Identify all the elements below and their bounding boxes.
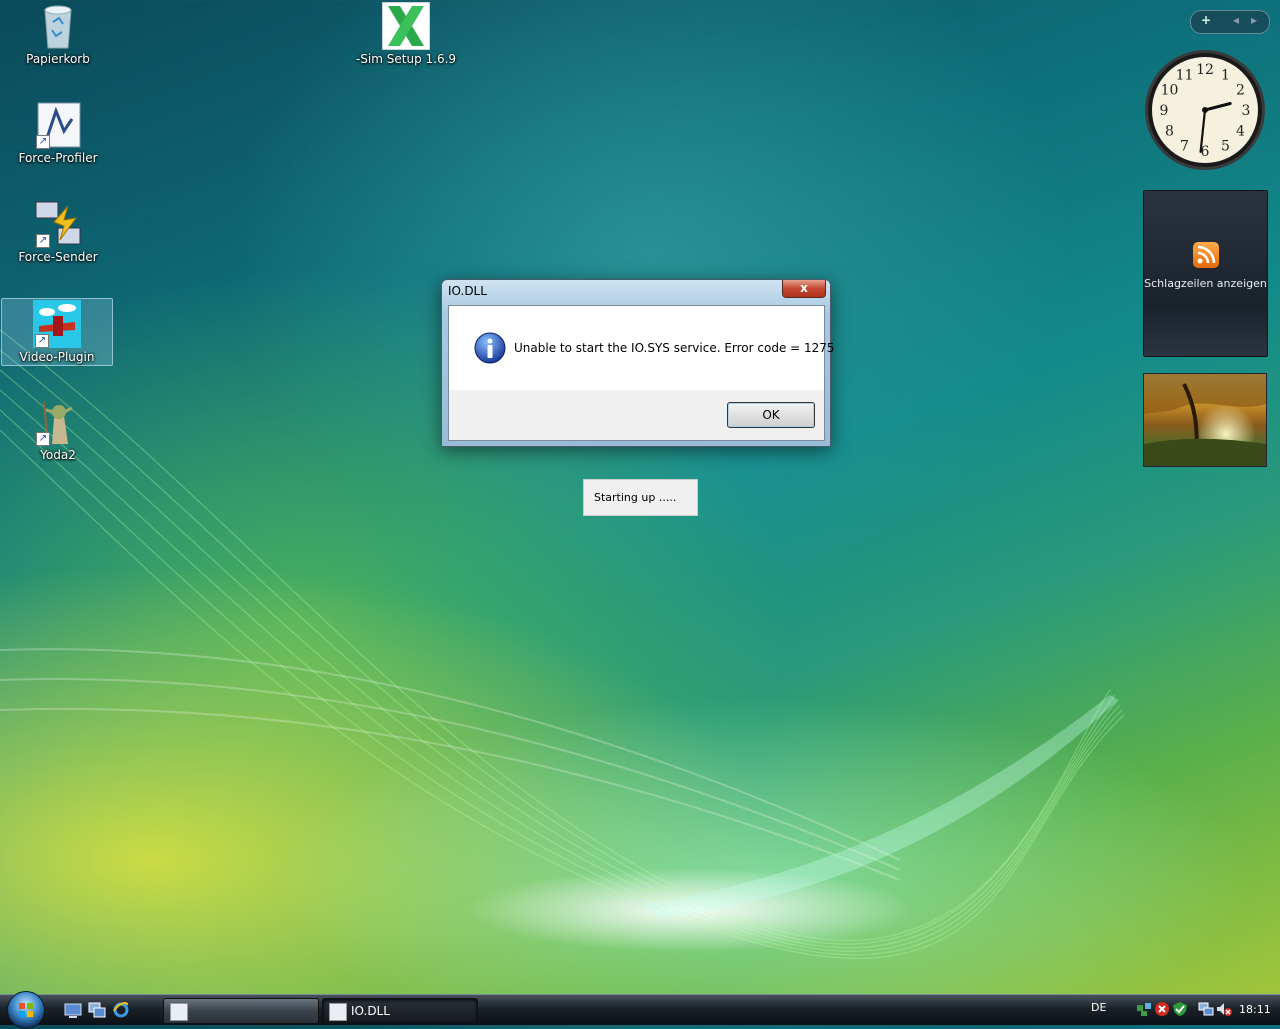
taskbar-button-label: IO.DLL: [351, 1004, 390, 1018]
clock-numeral: 12: [1196, 62, 1214, 78]
app-icon: [170, 1003, 188, 1021]
force-profiler-icon: ↗: [34, 101, 82, 149]
x-sim-icon: [381, 1, 431, 51]
desktop-icon-force-profiler[interactable]: ↗ Force-Profiler: [3, 101, 113, 165]
shortcut-arrow-icon: ↗: [36, 432, 50, 446]
error-dialog: IO.DLL x Unable to start the IO.SYS serv…: [441, 279, 835, 447]
feed-headlines-label[interactable]: Schlagzeilen anzeigen: [1144, 277, 1267, 290]
clock-numeral: 8: [1165, 124, 1174, 140]
shortcut-arrow-icon: ↗: [36, 234, 50, 248]
prev-gadget-button[interactable]: ◂: [1233, 13, 1239, 27]
network-connection-icon[interactable]: [1198, 1001, 1214, 1017]
yoda-icon: ↗: [34, 398, 82, 446]
desktop-icon-force-sender[interactable]: ↗ Force-Sender: [3, 200, 113, 264]
taskbar: IO.DLL DE 18:11: [0, 991, 1280, 1029]
next-gadget-button[interactable]: ▸: [1251, 13, 1257, 27]
switch-windows-icon[interactable]: [88, 1001, 106, 1019]
recycle-bin-icon: [34, 2, 82, 50]
desktop-icon-label: Papierkorb: [26, 52, 90, 66]
desktop-icon-label: Force-Profiler: [18, 151, 98, 165]
dialog-body: Unable to start the IO.SYS service. Erro…: [448, 305, 835, 441]
taskbar-button-io-dll[interactable]: IO.DLL: [322, 998, 478, 1024]
clock-numeral: 3: [1242, 103, 1251, 119]
clock-gadget[interactable]: 12 1 2 3 4 5 6 7 8 9 10 11: [1143, 48, 1267, 172]
desktop-icon-label: Yoda2: [40, 448, 76, 462]
clock-numeral: 10: [1161, 83, 1179, 99]
clock-time[interactable]: 18:11: [1239, 1003, 1271, 1016]
clock-numeral: 5: [1221, 139, 1230, 155]
desktop-icon-label: Force-Sender: [18, 250, 98, 264]
add-gadget-button[interactable]: +: [1201, 13, 1211, 27]
clock-numeral: 9: [1160, 103, 1169, 119]
app-icon: [329, 1003, 347, 1021]
clock-numeral: 4: [1236, 124, 1245, 140]
desktop-icon-x-sim-setup[interactable]: -Sim Setup 1.6.9: [351, 1, 461, 66]
ok-button[interactable]: OK: [727, 402, 815, 428]
volume-muted-icon[interactable]: [1216, 1001, 1232, 1017]
security-alert-icon[interactable]: [1154, 1001, 1170, 1017]
network-icon[interactable]: [1136, 1001, 1152, 1017]
video-plugin-icon: ↗: [33, 300, 81, 348]
info-icon: [474, 332, 506, 364]
clock-numeral: 7: [1180, 139, 1189, 155]
internet-explorer-icon[interactable]: [112, 1001, 130, 1019]
dialog-title: IO.DLL: [448, 284, 487, 298]
startup-splash: Starting up .....: [583, 479, 698, 516]
start-button[interactable]: [7, 991, 45, 1029]
desktop-icon-yoda2[interactable]: ↗ Yoda2: [3, 398, 113, 462]
sidebar-controls: + ◂ ▸: [1190, 10, 1270, 34]
slideshow-gadget[interactable]: [1143, 373, 1267, 467]
rss-icon: [1193, 242, 1219, 268]
force-sender-icon: ↗: [34, 200, 82, 248]
desktop-icon-video-plugin[interactable]: ↗ Video-Plugin: [1, 298, 113, 366]
dialog-message: Unable to start the IO.SYS service. Erro…: [514, 341, 835, 355]
clock-numeral: 1: [1221, 68, 1230, 84]
feed-headlines-gadget[interactable]: Schlagzeilen anzeigen: [1143, 190, 1268, 357]
antivirus-check-icon[interactable]: [1172, 1001, 1188, 1017]
startup-text: Starting up .....: [594, 491, 677, 504]
dialog-close-button[interactable]: x: [782, 280, 826, 298]
desktop-icon-label: -Sim Setup 1.6.9: [355, 52, 457, 66]
windows-logo-icon: [19, 1003, 33, 1017]
desktop-icon-label: Video-Plugin: [19, 350, 95, 364]
language-indicator[interactable]: DE: [1091, 1001, 1106, 1014]
taskbar-button-app[interactable]: [163, 998, 319, 1024]
clock-numeral: 2: [1236, 83, 1245, 99]
show-desktop-icon[interactable]: [64, 1001, 82, 1019]
desktop-icon-recycle-bin[interactable]: Papierkorb: [3, 2, 113, 66]
dialog-button-area: OK: [449, 390, 824, 440]
shortcut-arrow-icon: ↗: [36, 135, 50, 149]
shortcut-arrow-icon: ↗: [35, 334, 49, 348]
clock-numeral: 11: [1176, 68, 1194, 84]
